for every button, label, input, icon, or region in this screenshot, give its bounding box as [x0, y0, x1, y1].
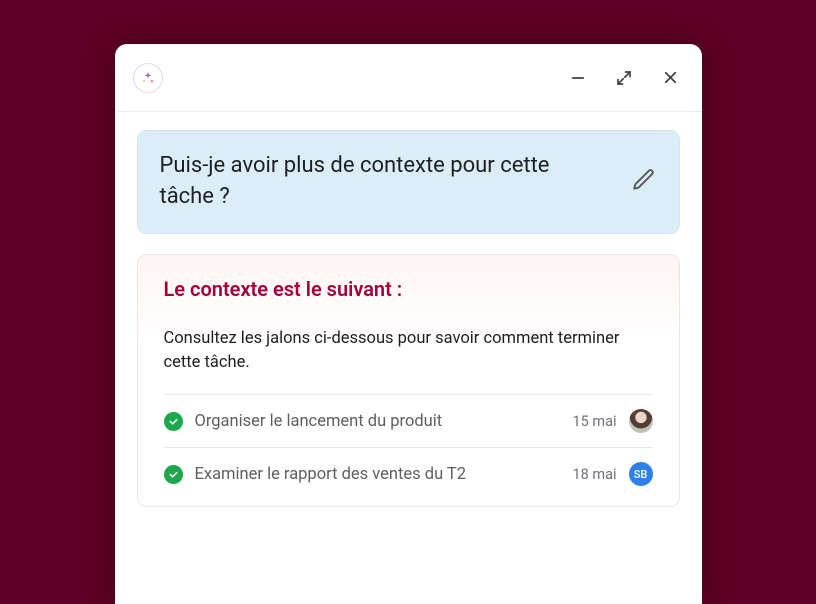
- milestone-row[interactable]: Examiner le rapport des ventes du T2 18 …: [164, 447, 653, 500]
- minimize-icon[interactable]: [569, 69, 587, 87]
- avatar: SB: [629, 462, 653, 486]
- context-card: Le contexte est le suivant : Consultez l…: [137, 254, 680, 508]
- ai-assistant-panel: Puis-je avoir plus de contexte pour cett…: [115, 44, 702, 604]
- sparkle-icon: [133, 63, 163, 93]
- check-icon: [164, 412, 183, 431]
- avatar: [629, 409, 653, 433]
- milestone-label: Examiner le rapport des ventes du T2: [195, 465, 561, 484]
- panel-body: Puis-je avoir plus de contexte pour cett…: [115, 112, 702, 507]
- context-description: Consultez les jalons ci-dessous pour sav…: [164, 327, 653, 377]
- query-text: Puis-je avoir plus de contexte pour cett…: [160, 151, 607, 213]
- window-controls: [569, 68, 680, 87]
- expand-icon[interactable]: [615, 69, 633, 87]
- milestone-date: 18 mai: [572, 466, 616, 483]
- panel-header: [115, 44, 702, 112]
- close-icon[interactable]: [661, 68, 680, 87]
- milestone-label: Organiser le lancement du produit: [195, 412, 561, 431]
- context-title: Le contexte est le suivant :: [164, 277, 653, 301]
- milestone-date: 15 mai: [572, 413, 616, 430]
- query-card: Puis-je avoir plus de contexte pour cett…: [137, 130, 680, 234]
- milestone-row[interactable]: Organiser le lancement du produit 15 mai: [164, 394, 653, 447]
- check-icon: [164, 465, 183, 484]
- pencil-icon[interactable]: [631, 167, 657, 197]
